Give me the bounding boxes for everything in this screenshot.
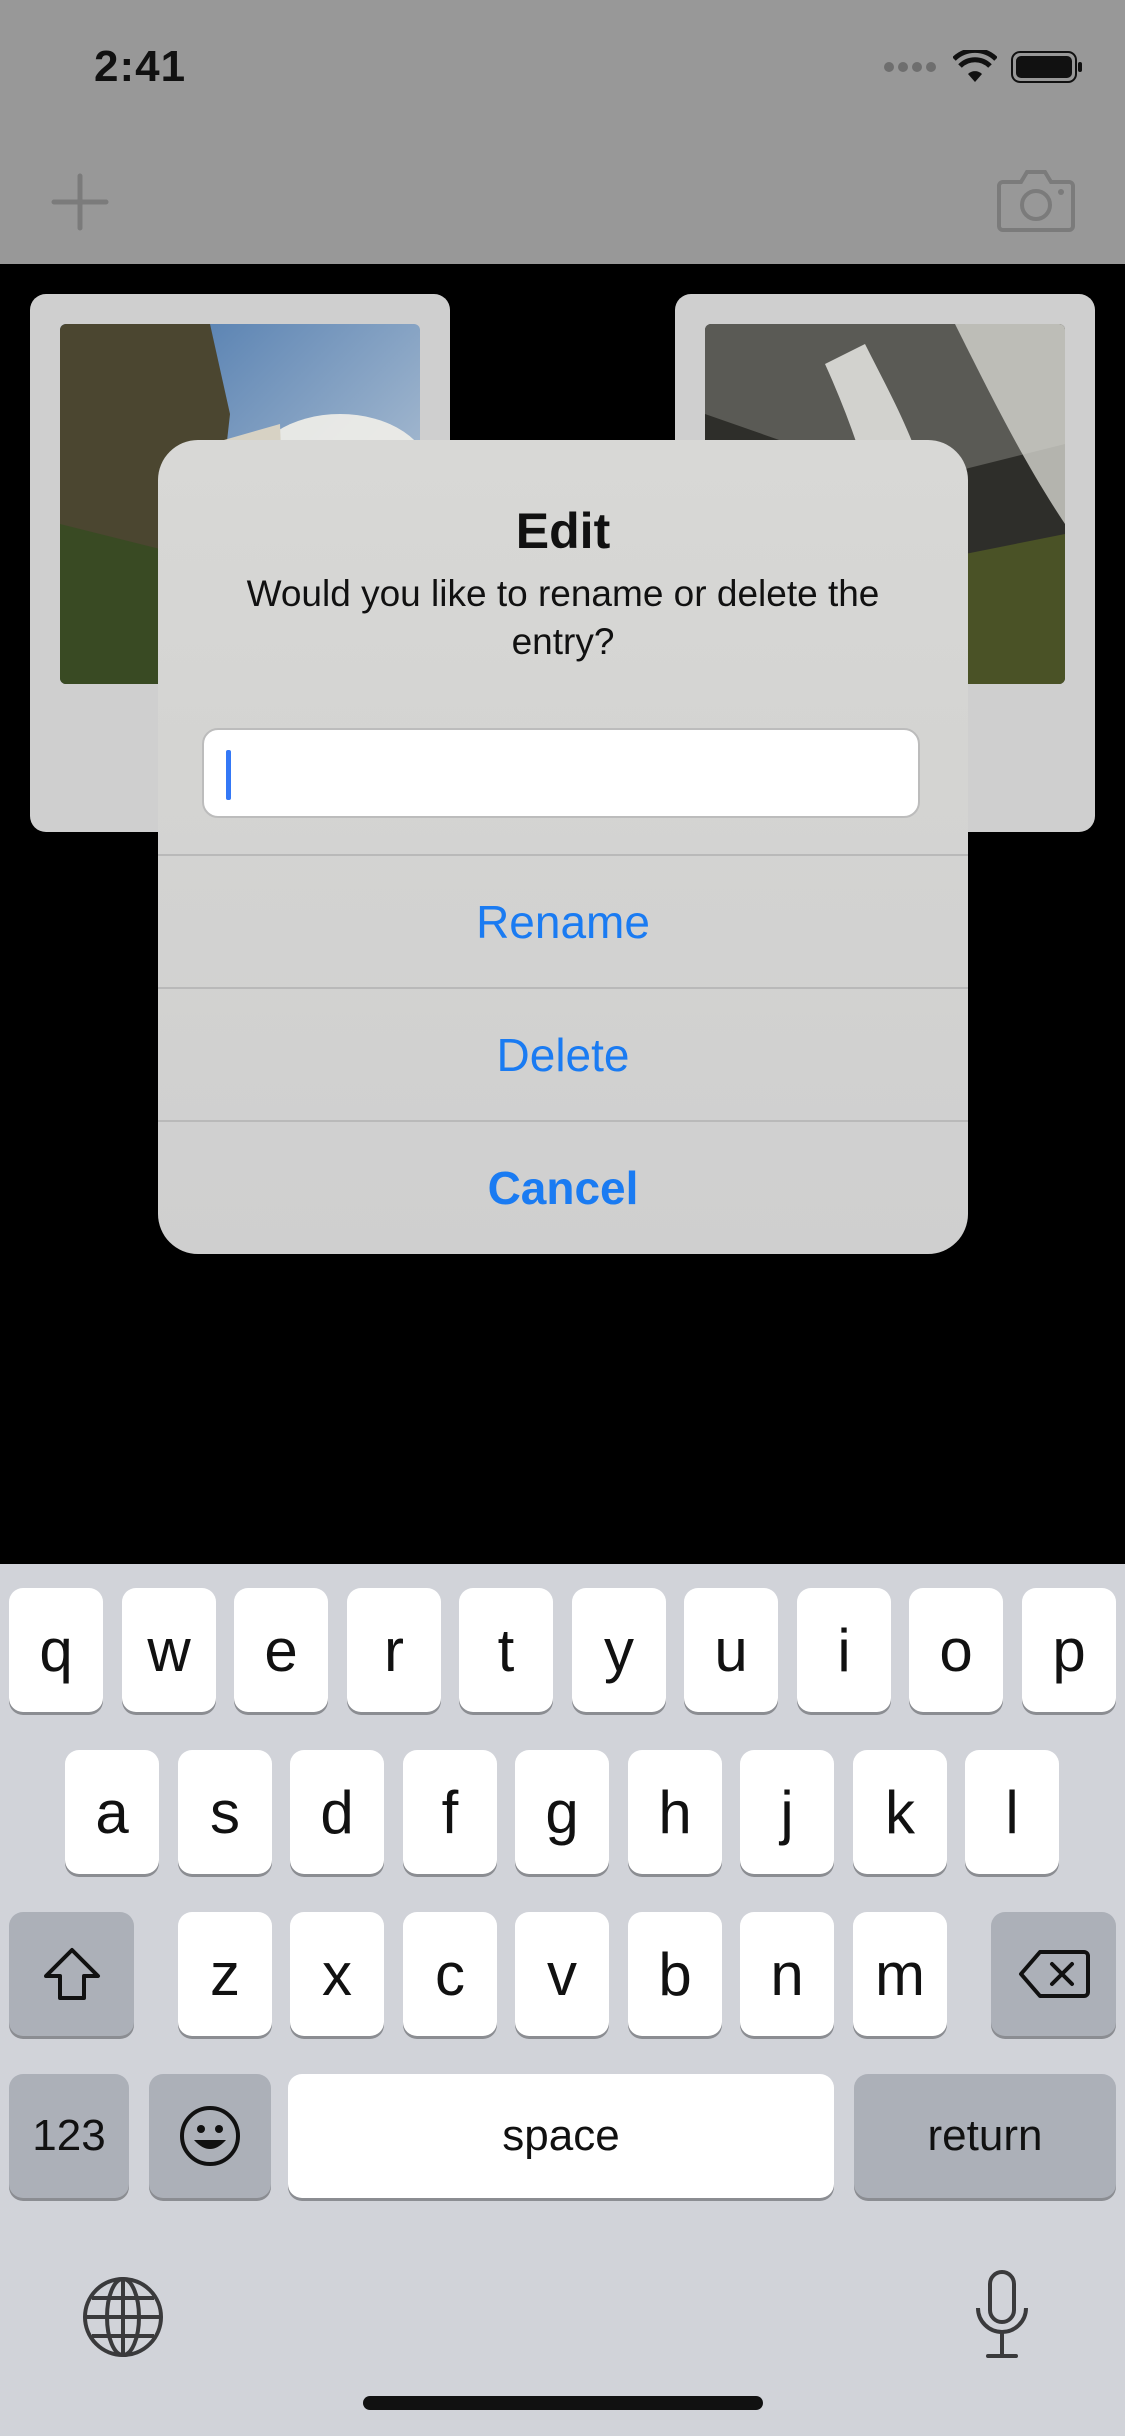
wifi-icon bbox=[953, 50, 997, 82]
emoji-key[interactable] bbox=[149, 2074, 271, 2198]
microphone-icon[interactable] bbox=[972, 2268, 1032, 2360]
key-q[interactable]: q bbox=[9, 1588, 103, 1712]
keyboard: q w e r t y u i o p a s d f g h j k l z … bbox=[0, 1564, 1125, 2436]
key-r[interactable]: r bbox=[347, 1588, 441, 1712]
key-g[interactable]: g bbox=[515, 1750, 609, 1874]
backspace-key[interactable] bbox=[991, 1912, 1116, 2036]
key-v[interactable]: v bbox=[515, 1912, 609, 2036]
camera-icon[interactable] bbox=[997, 166, 1075, 232]
key-s[interactable]: s bbox=[178, 1750, 272, 1874]
shift-icon bbox=[43, 1948, 100, 2000]
key-m[interactable]: m bbox=[853, 1912, 947, 2036]
plus-icon[interactable] bbox=[50, 172, 110, 232]
battery-icon bbox=[1011, 51, 1082, 83]
key-h[interactable]: h bbox=[628, 1750, 722, 1874]
numbers-key[interactable]: 123 bbox=[9, 2074, 129, 2198]
key-e[interactable]: e bbox=[234, 1588, 328, 1712]
emoji-icon bbox=[180, 2106, 240, 2166]
nav-bar bbox=[0, 132, 1125, 264]
key-a[interactable]: a bbox=[65, 1750, 159, 1874]
home-indicator[interactable] bbox=[363, 2396, 763, 2410]
status-icons bbox=[883, 50, 1083, 84]
key-d[interactable]: d bbox=[290, 1750, 384, 1874]
key-x[interactable]: x bbox=[290, 1912, 384, 2036]
rename-text-field[interactable] bbox=[202, 728, 920, 818]
key-n[interactable]: n bbox=[740, 1912, 834, 2036]
key-l[interactable]: l bbox=[965, 1750, 1059, 1874]
key-t[interactable]: t bbox=[459, 1588, 553, 1712]
key-j[interactable]: j bbox=[740, 1750, 834, 1874]
globe-icon[interactable] bbox=[80, 2274, 166, 2360]
key-y[interactable]: y bbox=[572, 1588, 666, 1712]
key-u[interactable]: u bbox=[684, 1588, 778, 1712]
key-p[interactable]: p bbox=[1022, 1588, 1116, 1712]
signal-icon bbox=[884, 62, 936, 72]
backspace-icon bbox=[1018, 1950, 1090, 1998]
edit-alert-dialog: Edit Would you like to rename or delete … bbox=[158, 440, 968, 1254]
rename-button[interactable]: Rename bbox=[158, 854, 968, 988]
alert-message: Would you like to rename or delete the e… bbox=[246, 573, 880, 662]
status-time: 2:41 bbox=[94, 42, 187, 91]
key-b[interactable]: b bbox=[628, 1912, 722, 2036]
cancel-button[interactable]: Cancel bbox=[158, 1120, 968, 1254]
text-caret bbox=[226, 750, 231, 800]
key-w[interactable]: w bbox=[122, 1588, 216, 1712]
key-c[interactable]: c bbox=[403, 1912, 497, 2036]
shift-key[interactable] bbox=[9, 1912, 134, 2036]
key-o[interactable]: o bbox=[909, 1588, 1003, 1712]
key-z[interactable]: z bbox=[178, 1912, 272, 2036]
alert-title: Edit bbox=[515, 503, 611, 559]
delete-button[interactable]: Delete bbox=[158, 987, 968, 1121]
key-f[interactable]: f bbox=[403, 1750, 497, 1874]
space-key[interactable]: space bbox=[288, 2074, 834, 2198]
key-k[interactable]: k bbox=[853, 1750, 947, 1874]
key-i[interactable]: i bbox=[797, 1588, 891, 1712]
return-key[interactable]: return bbox=[854, 2074, 1116, 2198]
status-bar: 2:41 bbox=[0, 0, 1125, 132]
